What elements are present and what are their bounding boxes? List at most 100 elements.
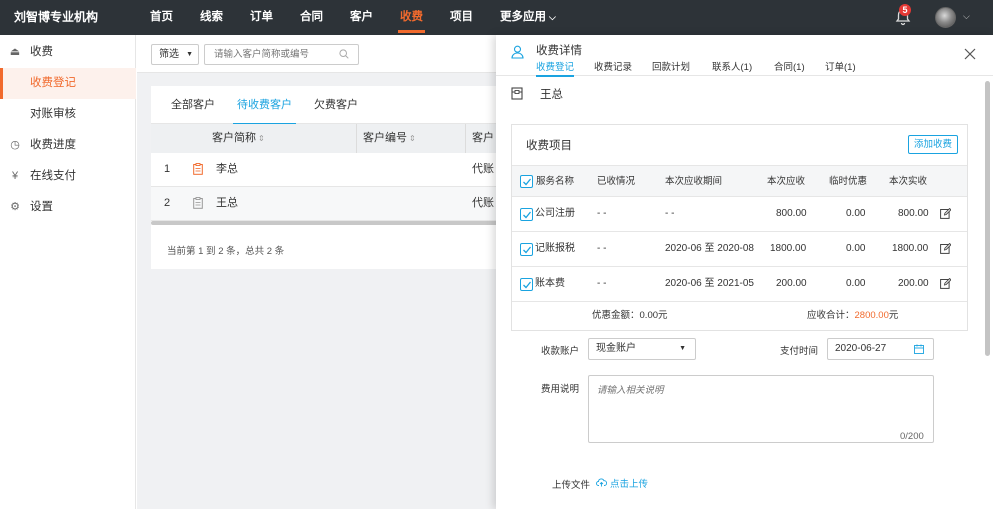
column-actual: 本次实收 (889, 176, 928, 187)
sidebar-item-billing[interactable]: ⏏ 收费 (0, 37, 136, 68)
upload-file-link[interactable]: 点击上传 (610, 476, 648, 490)
progress-icon: ◷ (10, 139, 20, 151)
billing-period: - - (665, 208, 675, 219)
amount-actual: 800.00 (898, 208, 929, 219)
amount-actual: 200.00 (898, 278, 929, 289)
document-icon[interactable] (193, 197, 203, 209)
row-checkbox[interactable] (520, 208, 533, 221)
filter-select-label: 筛选 (159, 49, 179, 60)
edit-icon[interactable] (940, 243, 951, 254)
row-checkbox[interactable] (520, 278, 533, 291)
sidebar-item-settings[interactable]: ⚙ 设置 (0, 192, 136, 223)
customer-tabs: 全部客户 待收费客户 欠费客户 (151, 86, 531, 125)
nav-more-apps-label: 更多应用 (500, 11, 546, 23)
drawer-title: 收费详情 (536, 45, 582, 57)
service-name: 账本费 (535, 278, 565, 289)
pay-time-label: 支付时间 (780, 346, 819, 357)
search-icon[interactable] (339, 49, 349, 59)
document-icon[interactable] (193, 163, 203, 175)
column-divider (356, 124, 357, 153)
nav-home[interactable]: 首页 (150, 0, 173, 35)
nav-orders[interactable]: 订单 (250, 0, 273, 35)
cloud-upload-icon[interactable] (596, 477, 607, 487)
sidebar-item-progress[interactable]: ◷ 收费进度 (0, 130, 136, 161)
chevron-down-icon[interactable]: ⌵ (963, 11, 970, 22)
tab-all-customers[interactable]: 全部客户 (171, 86, 215, 124)
sidebar-item-reconciliation[interactable]: 对账审核 (0, 99, 136, 130)
sidebar-item-billing-register[interactable]: 收费登记 (0, 68, 136, 99)
billing-period: 2020-06 至 2021-05 (665, 278, 754, 289)
calendar-icon[interactable] (914, 344, 924, 354)
temporary-discount: 0.00 (846, 243, 866, 254)
tab-contacts[interactable]: 联系人(1) (712, 59, 752, 73)
customer-name[interactable]: 王总 (216, 187, 238, 220)
fee-table-header: 服务名称 已收情况 本次应收期间 本次应收 临时优惠 本次实收 (512, 165, 967, 197)
nav-billing[interactable]: 收费 (398, 0, 425, 35)
pagination-info: 当前第 1 到 2 条，总共 2 条 (167, 246, 285, 257)
pay-date-input[interactable]: 2020-06-27 (827, 338, 934, 360)
sidebar-item-online-payment[interactable]: ¥ 在线支付 (0, 161, 136, 192)
total-amount: 2800.00 (854, 310, 889, 321)
tab-fee-records[interactable]: 收费记录 (594, 59, 632, 73)
drawer-scrollbar[interactable] (985, 81, 990, 356)
discount-summary: 优惠金额：0.00元 (592, 302, 668, 330)
notification-badge: 5 (899, 4, 911, 16)
column-discount: 临时优惠 (829, 176, 868, 187)
select-all-checkbox[interactable] (520, 175, 533, 188)
row-checkbox[interactable] (520, 243, 533, 256)
tab-arrears-customers[interactable]: 欠费客户 (314, 86, 358, 124)
sidebar-item-label: 收费进度 (30, 139, 76, 151)
amount-due: 800.00 (776, 208, 807, 219)
sidebar-item-label: 对账审核 (30, 108, 76, 120)
horizontal-scrollbar[interactable] (151, 221, 531, 225)
fee-items-title: 收费项目 (526, 140, 572, 152)
tab-payment-plan[interactable]: 回款计划 (652, 59, 690, 73)
nav-projects[interactable]: 项目 (450, 0, 473, 35)
service-name: 记账报税 (535, 243, 575, 254)
tab-orders[interactable]: 订单(1) (825, 59, 856, 73)
table-header: 客户简称 ⇕ 客户编号 ⇕ 客户 (151, 124, 531, 153)
edit-icon[interactable] (940, 208, 951, 219)
edit-icon[interactable] (940, 278, 951, 289)
chevron-down-icon: ⌵ (549, 12, 556, 22)
customer-search-input[interactable] (204, 44, 359, 65)
tab-pending-customers[interactable]: 待收费客户 (233, 86, 296, 125)
table-row[interactable]: 1 李总 代账 (151, 153, 531, 187)
add-fee-button[interactable]: 添加收费 (908, 135, 958, 154)
fee-row: 账本费 - - 2020-06 至 2021-05 200.00 0.00 20… (512, 267, 967, 302)
column-customer-type[interactable]: 客户 (472, 124, 494, 153)
nav-contracts[interactable]: 合同 (300, 0, 323, 35)
total-unit: 元 (888, 310, 899, 321)
note-char-counter: 0/200 (900, 431, 924, 442)
avatar[interactable] (935, 7, 956, 28)
nav-more-apps[interactable]: 更多应用 ⌵ (500, 0, 556, 35)
filter-select[interactable]: 筛选 ▼ (151, 44, 199, 65)
billing-period: 2020-06 至 2020-08 (665, 243, 754, 254)
fee-note-textarea[interactable] (588, 375, 934, 443)
customer-name[interactable]: 李总 (216, 153, 238, 186)
column-customer-name[interactable]: 客户简称 ⇕ (212, 124, 265, 153)
column-label: 客户简称 (212, 132, 256, 144)
total-label: 应收合计： (807, 310, 855, 321)
nav-leads[interactable]: 线索 (200, 0, 223, 35)
sidebar-item-label: 在线支付 (30, 170, 76, 182)
received-status: - - (597, 208, 607, 219)
close-icon[interactable] (963, 47, 977, 61)
caret-down-icon: ▼ (679, 345, 686, 352)
caret-down-icon: ▼ (186, 51, 193, 58)
received-status: - - (597, 243, 607, 254)
account-select[interactable]: 现金账户 ▼ (588, 338, 696, 360)
drawer-header: 收费详情 收费登记 收费记录 回款计划 联系人(1) 合同(1) 订单(1) (496, 35, 993, 77)
tab-contracts[interactable]: 合同(1) (774, 59, 805, 73)
check-icon (523, 178, 532, 186)
pay-date-value: 2020-06-27 (835, 343, 887, 354)
customer-type: 代账 (472, 197, 494, 209)
tab-fee-register[interactable]: 收费登记 (536, 59, 575, 77)
user-icon (511, 45, 524, 59)
column-customer-code[interactable]: 客户编号 ⇕ (363, 124, 416, 153)
table-row[interactable]: 2 王总 代账 (151, 187, 531, 221)
upload-label: 上传文件 (552, 480, 591, 491)
nav-customers[interactable]: 客户 (350, 0, 373, 35)
main-nav: 首页 线索 订单 合同 客户 收费 项目 更多应用 ⌵ (150, 0, 583, 35)
fee-row: 记账报税 - - 2020-06 至 2020-08 1800.00 0.00 … (512, 232, 967, 267)
